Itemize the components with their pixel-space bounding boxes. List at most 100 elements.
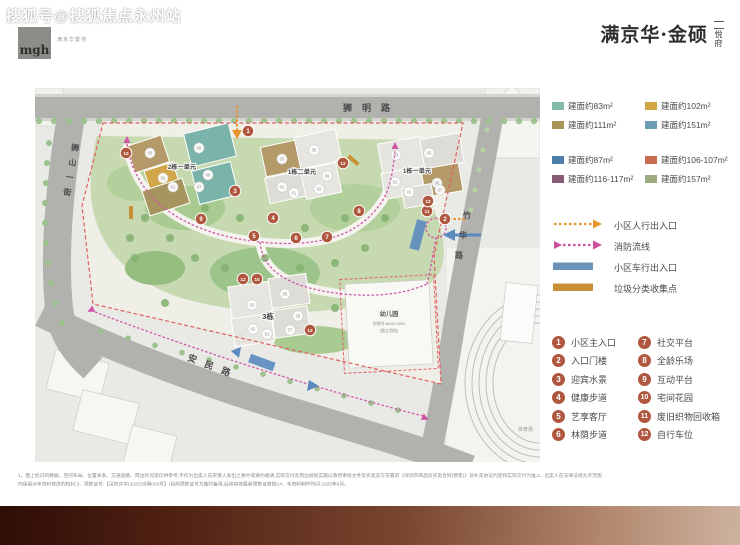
amenity-label: 艺享客厅	[571, 410, 607, 423]
amenity-label: 自行车位	[657, 428, 693, 441]
amenity-number-badge: 1	[552, 336, 565, 349]
legend-panel: 建面约83m² 建面约102m² 建面约111m² 建面约151m² 建面约87m² 建面…	[552, 100, 738, 444]
project-title: 满京华·金硕	[600, 20, 708, 47]
svg-text:05: 05	[197, 146, 202, 151]
route-legend-item: 消防流线	[552, 236, 738, 257]
project-suffix: 悦府	[713, 20, 724, 48]
bottom-gradient-bar	[0, 506, 740, 545]
svg-text:02: 02	[251, 327, 256, 332]
site-plan-svg: 幼儿园宗地号:A641-0051(独立用地)030502010607030506…	[35, 88, 540, 462]
svg-text:12: 12	[425, 199, 431, 205]
area-legend-label: 建面约102m²	[661, 100, 711, 112]
svg-text:01: 01	[292, 191, 297, 196]
svg-text:12: 12	[240, 277, 246, 283]
svg-text:12: 12	[340, 161, 346, 167]
area-legend-label: 建面约83m²	[568, 100, 613, 112]
area-swatch-icon	[552, 102, 564, 110]
building-label: 3栋	[262, 311, 274, 321]
trash-point-icon	[552, 281, 604, 293]
building-label: 1栋二单元	[288, 168, 317, 176]
svg-text:03: 03	[280, 157, 285, 162]
area-legend-item: 建面约87m²	[552, 154, 645, 166]
svg-text:05: 05	[312, 148, 317, 153]
area-legend-label: 建面约87m²	[568, 154, 613, 166]
amenity-number-badge: 4	[552, 391, 565, 404]
amenity-item: 10宅间花园	[638, 389, 738, 408]
svg-text:10: 10	[254, 277, 260, 283]
route-legend-label: 小区车行出入口	[614, 261, 677, 274]
logo-subtext: 满京华置地	[57, 36, 87, 43]
amenity-number-badge: 2	[552, 354, 565, 367]
area-legend-label: 建面约111m²	[568, 119, 616, 131]
svg-text:01: 01	[265, 332, 270, 337]
amenity-number-badge: 7	[638, 336, 651, 349]
amenity-item: 8全龄乐场	[638, 352, 738, 371]
amenity-item: 6林荫步道	[552, 426, 638, 445]
kindergarten-label: 幼儿园	[380, 310, 399, 318]
decor-lines-icon	[714, 21, 724, 29]
stadium-label: 体育场	[518, 426, 533, 433]
amenity-item: 7 社交平台	[638, 333, 738, 352]
amenity-item: 5 艺享客厅	[552, 407, 638, 426]
area-legend-item: 建面约83m²	[552, 100, 645, 112]
amenity-number-badge: 8	[638, 354, 651, 367]
area-legend-label: 建面约151m²	[661, 119, 711, 131]
area-legend-item: 建面约111m²	[552, 119, 645, 131]
page: 搜狐号@搜狐焦点永州站 mgh 满京华置地 满京华·金硕 悦府 幼儿园宗地号:A…	[0, 0, 740, 545]
area-legend-label: 建面约157m²	[661, 173, 711, 185]
mgh-logo-icon: mgh	[18, 27, 51, 59]
amenity-number-badge: 9	[638, 373, 651, 386]
amenity-number-badge: 6	[552, 428, 565, 441]
area-swatch-icon	[552, 121, 564, 129]
svg-text:02: 02	[317, 187, 322, 192]
amenity-item: 9 互动平台	[638, 370, 738, 389]
svg-text:02: 02	[393, 180, 398, 185]
svg-text:07: 07	[288, 328, 293, 333]
site-plan-map: 幼儿园宗地号:A641-0051(独立用地)030502010607030506…	[35, 88, 540, 462]
svg-text:06: 06	[206, 173, 211, 178]
amenity-item: 2 入口门楼	[552, 352, 638, 371]
route-legend-label: 垃圾分类收集点	[614, 282, 677, 295]
area-swatch-icon	[552, 156, 564, 164]
svg-text:01: 01	[171, 185, 176, 190]
amenity-label: 小区主入口	[571, 336, 616, 349]
amenity-label: 入口门楼	[571, 354, 607, 367]
area-legend-item: 建面约102m²	[645, 100, 738, 112]
area-swatch-icon	[645, 175, 657, 183]
area-legend-item: 建面约116-117m²	[552, 173, 645, 185]
area-swatch-icon	[645, 121, 657, 129]
fire-route-icon	[552, 239, 604, 251]
area-swatch-icon	[552, 175, 564, 183]
svg-text:11: 11	[424, 209, 429, 215]
area-legend: 建面约83m² 建面约102m² 建面约111m² 建面约151m² 建面约87m² 建面…	[552, 100, 738, 185]
amenity-label: 互动平台	[657, 373, 693, 386]
amenity-number-badge: 12	[638, 428, 651, 441]
building-label: 2栋一单元	[168, 163, 197, 171]
project-suffix-text: 悦府	[713, 30, 724, 48]
area-legend-item: 建面约151m²	[645, 119, 738, 131]
area-legend-item: 建面约106-107m²	[645, 154, 738, 166]
footnote-line: 1、图上标识的数据、空间布局、位置关系、交通道路、周边状况等仅供参考,不作为出卖…	[18, 472, 725, 481]
amenity-label: 社交平台	[657, 336, 693, 349]
area-swatch-icon	[645, 102, 657, 110]
svg-text:07: 07	[438, 188, 443, 193]
svg-text:12: 12	[307, 328, 313, 334]
developer-logo: mgh 满京华置地	[18, 27, 87, 59]
route-legend: 小区人行出入口消防流线小区车行出入口垃圾分类收集点	[552, 215, 738, 299]
amenity-item: 12 自行车位	[638, 426, 738, 445]
svg-text:宗地号:A641-0051: 宗地号:A641-0051	[373, 320, 406, 326]
amenity-number-badge: 5	[552, 410, 565, 423]
amenity-number-badge: 10	[638, 391, 651, 404]
svg-text:06: 06	[325, 174, 330, 179]
route-legend-item: 垃圾分类收集点	[552, 278, 738, 299]
svg-text:05: 05	[427, 151, 432, 156]
amenity-item: 4健康步道	[552, 389, 638, 408]
svg-text:03: 03	[148, 151, 153, 156]
svg-text:05: 05	[283, 292, 288, 297]
amenity-number-badge: 3	[552, 373, 565, 386]
project-brand: 满京华·金硕 悦府	[600, 20, 724, 48]
area-legend-item: 建面约157m²	[645, 173, 738, 185]
pedestrian-route-icon	[552, 218, 604, 230]
svg-text:02: 02	[161, 176, 166, 181]
svg-text:07: 07	[197, 185, 202, 190]
